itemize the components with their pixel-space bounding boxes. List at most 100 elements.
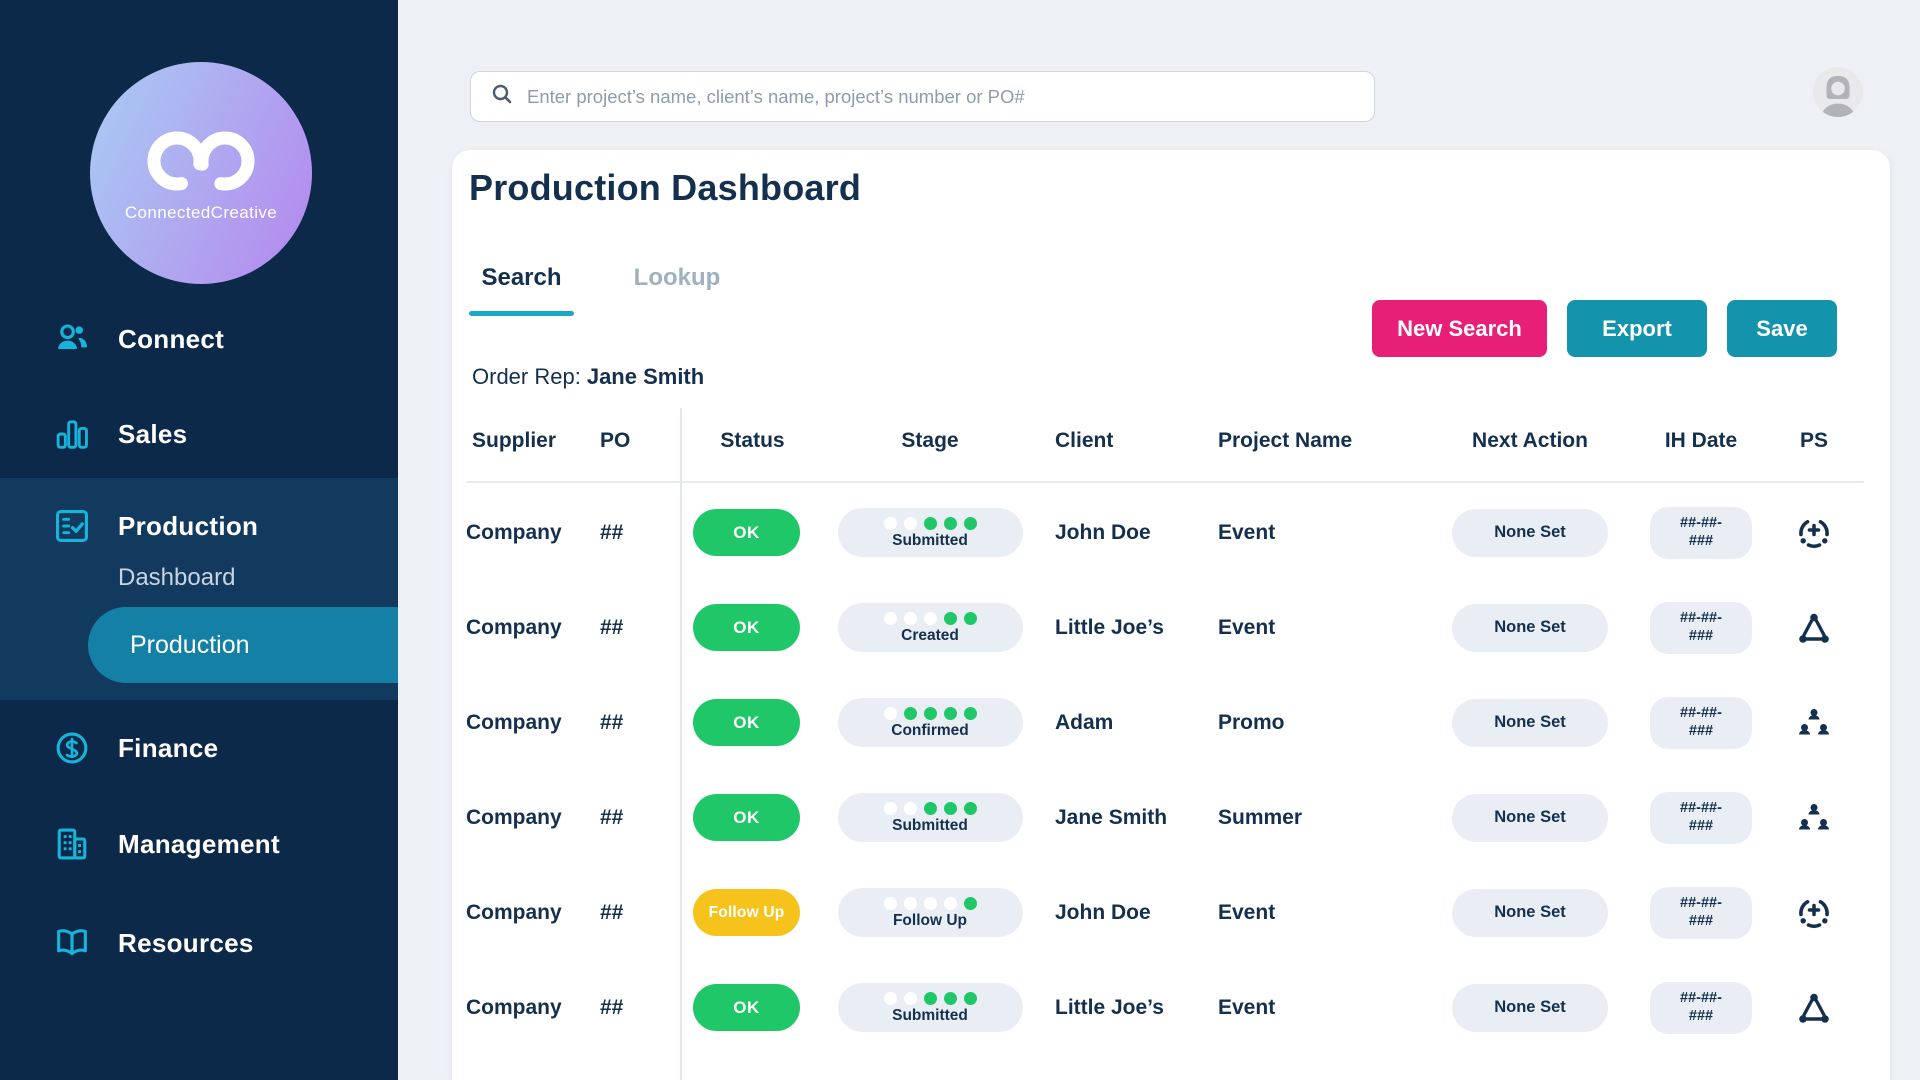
brand-logo[interactable]: ConnectedCreative	[90, 62, 312, 284]
users-icon	[52, 319, 92, 359]
stage-dot	[883, 516, 897, 530]
save-button[interactable]: Save	[1727, 300, 1837, 357]
next-action-badge[interactable]: None Set	[1452, 508, 1608, 557]
tab-lookup[interactable]: Lookup	[622, 258, 732, 316]
table-row[interactable]: Company ## OK Submitted Little Joe’s Eve…	[452, 960, 1890, 1055]
project-name-cell: Promo	[1218, 710, 1285, 734]
po-cell: ##	[600, 520, 624, 544]
stage-dots	[883, 611, 977, 625]
user-avatar[interactable]	[1813, 67, 1863, 117]
order-rep-value: Jane Smith	[586, 364, 705, 389]
ih-date-badge: ##-##- ###	[1650, 601, 1752, 654]
next-action-cell: None Set	[1430, 485, 1630, 580]
target-plus-icon[interactable]	[1796, 895, 1832, 931]
stage-cell: Confirmed	[825, 675, 1035, 770]
status-cell: OK	[680, 960, 825, 1055]
table-row[interactable]: Company ## OK Created Little Joe’s Event…	[452, 580, 1890, 675]
stage-dot	[923, 991, 937, 1005]
stage-progress: Submitted	[837, 983, 1023, 1032]
column-header-supplier: Supplier	[472, 429, 557, 452]
status-cell: OK	[680, 485, 825, 580]
stage-label: Submitted	[892, 816, 968, 834]
sidebar-item-finance[interactable]: Finance	[0, 719, 398, 777]
sidebar-item-resources[interactable]: Resources	[0, 914, 398, 972]
stage-dots	[883, 896, 977, 910]
sidebar: ConnectedCreative Connect Sales Producti…	[0, 0, 398, 1080]
supplier-cell: Company	[466, 615, 562, 639]
search-icon	[491, 83, 513, 110]
project-name-cell: Event	[1218, 615, 1276, 639]
sidebar-item-label: Resources	[118, 927, 254, 958]
stage-dots	[883, 991, 977, 1005]
sidebar-item-label: Management	[118, 828, 280, 859]
triangle-network-icon[interactable]	[1796, 610, 1832, 646]
column-header-client: Client	[1055, 429, 1114, 452]
status-badge: OK	[693, 509, 800, 556]
table-row[interactable]: Company ## OK Submitted John Doe Event N…	[452, 485, 1890, 580]
next-action-cell: None Set	[1430, 675, 1630, 770]
sidebar-item-label: Connect	[118, 323, 225, 354]
ih-date-badge: ##-##- ###	[1650, 696, 1752, 749]
sidebar-item-management[interactable]: Management	[0, 815, 398, 873]
ps-cell	[1772, 485, 1856, 580]
table-row[interactable]: Company ## Follow Up Follow Up John Doe …	[452, 865, 1890, 960]
stage-dot	[903, 706, 917, 720]
sidebar-item-connect[interactable]: Connect	[0, 310, 398, 368]
triangle-network-icon[interactable]	[1796, 990, 1832, 1026]
sidebar-item-production[interactable]: Production	[0, 497, 398, 555]
column-header-status: Status	[720, 429, 785, 452]
stage-dot	[943, 896, 957, 910]
sidebar-item-sales[interactable]: Sales	[0, 405, 398, 463]
new-search-button[interactable]: New Search	[1372, 300, 1547, 357]
status-badge: OK	[693, 794, 800, 841]
search-input[interactable]	[513, 85, 1374, 108]
table-row[interactable]: Company ## OK Submitted Jane Smith Summe…	[452, 770, 1890, 865]
status-cell: OK	[680, 580, 825, 675]
next-action-badge[interactable]: None Set	[1452, 983, 1608, 1032]
target-plus-icon[interactable]	[1796, 515, 1832, 551]
production-dashboard-card: Production Dashboard Search Lookup Order…	[452, 150, 1890, 1080]
bar-chart-icon	[52, 414, 92, 454]
po-cell: ##	[600, 615, 624, 639]
sidebar-subitem-production-selected[interactable]: Production	[88, 607, 398, 683]
next-action-badge[interactable]: None Set	[1452, 698, 1608, 747]
stage-dot	[963, 896, 977, 910]
stage-dot	[923, 896, 937, 910]
next-action-cell: None Set	[1430, 580, 1630, 675]
stage-dot	[883, 611, 897, 625]
export-button[interactable]: Export	[1567, 300, 1707, 357]
next-action-badge[interactable]: None Set	[1452, 793, 1608, 842]
order-rep-label: Order Rep:	[472, 364, 581, 389]
infinity-logo-icon	[135, 123, 267, 201]
stage-dot	[883, 801, 897, 815]
stage-cell: Follow Up	[825, 865, 1035, 960]
stage-dot	[943, 706, 957, 720]
stage-dot	[903, 896, 917, 910]
stage-label: Submitted	[892, 531, 968, 549]
ps-cell	[1772, 960, 1856, 1055]
sidebar-subitem-dashboard[interactable]: Dashboard	[118, 564, 235, 592]
supplier-cell: Company	[466, 805, 562, 829]
ih-date-badge: ##-##- ###	[1650, 506, 1752, 559]
stage-label: Submitted	[892, 1006, 968, 1024]
next-action-badge[interactable]: None Set	[1452, 888, 1608, 937]
sidebar-item-label: Finance	[118, 732, 219, 763]
stage-dot	[883, 896, 897, 910]
stage-progress: Submitted	[837, 793, 1023, 842]
app-screen: ConnectedCreative Connect Sales Producti…	[0, 0, 1920, 1080]
stage-progress: Follow Up	[837, 888, 1023, 937]
next-action-badge[interactable]: None Set	[1452, 603, 1608, 652]
table-row[interactable]: Company ## OK Confirmed Adam Promo None …	[452, 675, 1890, 770]
ih-date-badge: ##-##- ###	[1650, 791, 1752, 844]
status-cell: Follow Up	[680, 865, 825, 960]
column-header-po: PO	[600, 429, 631, 452]
po-cell: ##	[600, 900, 624, 924]
ih-date-badge: ##-##- ###	[1650, 981, 1752, 1034]
column-header-ps: PS	[1799, 429, 1828, 452]
tab-search[interactable]: Search	[469, 258, 574, 316]
ih-date-cell: ##-##- ###	[1630, 580, 1772, 675]
ih-date-cell: ##-##- ###	[1630, 485, 1772, 580]
people-hierarchy-icon[interactable]	[1796, 705, 1832, 741]
people-hierarchy-icon[interactable]	[1796, 800, 1832, 836]
column-header-next-action: Next Action	[1472, 429, 1588, 452]
